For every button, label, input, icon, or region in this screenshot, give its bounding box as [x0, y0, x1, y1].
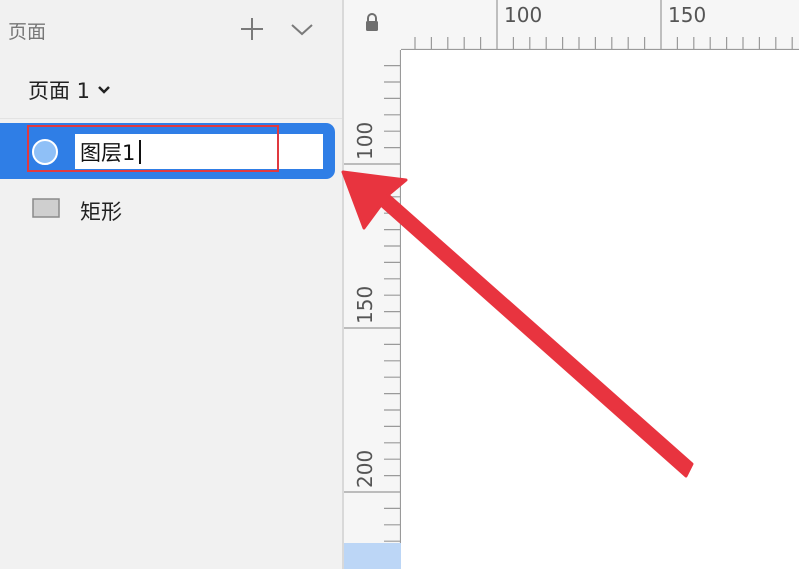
ruler-label: 150: [353, 286, 377, 324]
panel-title: 页面: [8, 21, 47, 43]
ruler-selection-marker: [344, 543, 401, 569]
rectangle-icon: [32, 198, 60, 218]
layer-name-label: 矩形: [80, 200, 122, 224]
layers-panel: 页面 页面 1 矩形: [0, 0, 342, 569]
chevron-down-icon: [291, 24, 313, 36]
horizontal-ruler-ticks: [401, 0, 799, 51]
ruler-label: 100: [353, 122, 377, 160]
layer-row-oval[interactable]: [0, 123, 335, 179]
layer-row-rectangle[interactable]: 矩形: [0, 186, 335, 232]
lock-icon[interactable]: [364, 12, 380, 32]
ruler-corner: [344, 0, 401, 50]
collapse-pages-button[interactable]: [286, 12, 318, 46]
layer-name-input[interactable]: [75, 134, 323, 169]
panel-divider: [0, 118, 342, 119]
ruler-label: 200: [353, 450, 377, 488]
ruler-label: 150: [668, 3, 706, 27]
horizontal-ruler-scale: 100 150: [401, 0, 799, 51]
add-page-button[interactable]: [236, 12, 268, 46]
page-selector[interactable]: 页面 1: [28, 74, 111, 106]
current-page-label: 页面 1: [28, 79, 91, 103]
text-cursor: [139, 140, 141, 164]
plus-icon: [241, 18, 263, 40]
vertical-ruler[interactable]: 100 150 200: [344, 50, 402, 569]
chevron-down-icon: [98, 86, 110, 94]
vertical-ruler-scale: 100 150 200: [344, 50, 402, 569]
ruler-label: 100: [504, 3, 542, 27]
circle-icon: [32, 139, 58, 165]
horizontal-ruler[interactable]: 100 150: [401, 0, 799, 51]
design-canvas[interactable]: [401, 50, 799, 569]
